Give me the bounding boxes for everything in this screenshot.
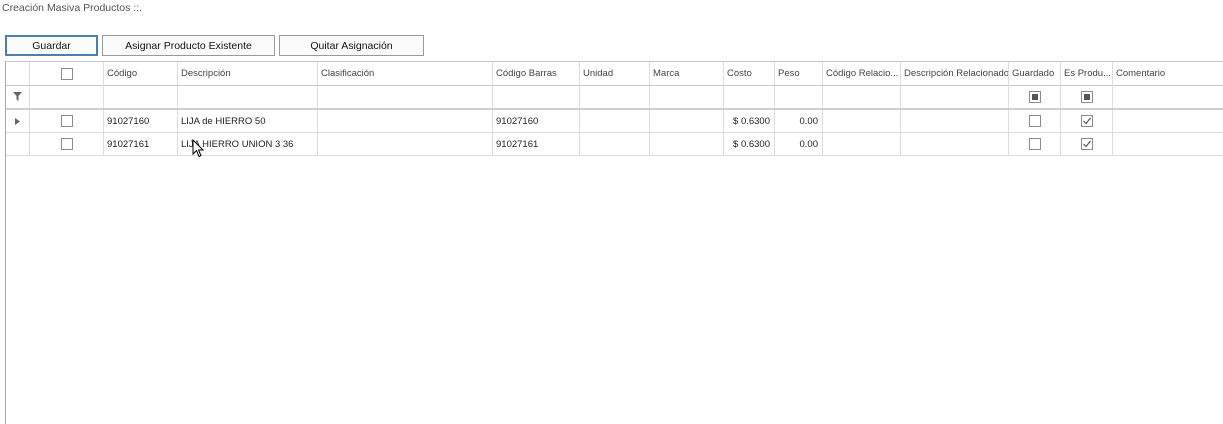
filter-cell-codigo-relacionado[interactable] (823, 85, 901, 108)
mouse-pointer-icon (192, 139, 204, 158)
cell-es-producto[interactable] (1061, 133, 1113, 155)
select-all-checkbox[interactable] (60, 67, 73, 80)
es-producto-checkbox[interactable] (1080, 115, 1093, 127)
cell-codigo[interactable]: 91027160 (104, 110, 178, 132)
cell-codigo-barras[interactable]: 91027160 (493, 110, 580, 132)
select-all-cell[interactable] (30, 62, 104, 85)
cell-descripcion-relacionado[interactable] (901, 110, 1009, 132)
filter-cell-clasificacion[interactable] (318, 85, 493, 108)
filter-cell-descripcion[interactable] (178, 85, 318, 108)
cell-unidad[interactable] (580, 110, 650, 132)
cell-descripcion[interactable]: LIJA de HIERRO 50 (178, 110, 318, 132)
save-button[interactable]: Guardar (5, 35, 98, 56)
cell-codigo[interactable]: 91027161 (104, 133, 178, 155)
guardado-filter-checkbox[interactable] (1028, 90, 1041, 103)
column-header-peso[interactable]: Peso (775, 62, 823, 85)
column-header-clasificacion[interactable]: Clasificación (318, 62, 493, 85)
checkmark-icon (1082, 117, 1091, 125)
filter-cell-es-producto[interactable] (1061, 85, 1113, 108)
guardado-checkbox[interactable] (1028, 138, 1041, 150)
filter-cell-costo[interactable] (724, 85, 775, 108)
column-header-costo[interactable]: Costo (724, 62, 775, 85)
assign-existing-product-button[interactable]: Asignar Producto Existente (102, 35, 275, 56)
column-header-comentario[interactable]: Comentario (1113, 62, 1223, 85)
filter-cell-select (30, 85, 104, 108)
cell-costo[interactable]: $ 0.6300 (724, 110, 775, 132)
row-select-checkbox[interactable] (60, 138, 73, 150)
filter-cell-codigo-barras[interactable] (493, 85, 580, 108)
row-select-cell[interactable] (30, 110, 104, 132)
column-header-unidad[interactable]: Unidad (580, 62, 650, 85)
cell-codigo-relacionado[interactable] (823, 110, 901, 132)
filter-icon-cell[interactable] (6, 85, 30, 108)
column-header-es-producto[interactable]: Es Produ... (1061, 62, 1113, 85)
cell-clasificacion[interactable] (318, 110, 493, 132)
column-header-codigo[interactable]: Código (104, 62, 178, 85)
column-header-descripcion-relacionado[interactable]: Descripción Relacionado (901, 62, 1009, 85)
checkmark-icon (1082, 140, 1091, 148)
row-select-checkbox[interactable] (60, 115, 73, 127)
grid-header-row: Código Descripción Clasificación Código … (6, 62, 1223, 86)
cell-marca[interactable] (650, 110, 724, 132)
cell-es-producto[interactable] (1061, 110, 1113, 132)
es-producto-filter-checkbox[interactable] (1080, 90, 1093, 103)
table-row[interactable]: 91027161 LIJA HIERRO UNION 3 36 91027161… (6, 133, 1223, 156)
column-header-codigo-relacionado[interactable]: Código Relacio... (823, 62, 901, 85)
filter-cell-unidad[interactable] (580, 85, 650, 108)
row-indicator-header (6, 62, 30, 85)
table-row[interactable]: 91027160 LIJA de HIERRO 50 91027160 $ 0.… (6, 110, 1223, 133)
row-select-cell[interactable] (30, 133, 104, 155)
cell-clasificacion[interactable] (318, 133, 493, 155)
filter-cell-peso[interactable] (775, 85, 823, 108)
guardado-checkbox[interactable] (1028, 115, 1041, 127)
column-header-marca[interactable]: Marca (650, 62, 724, 85)
cell-peso[interactable]: 0.00 (775, 110, 823, 132)
row-indicator-cell (6, 110, 30, 132)
window-title: Creación Masiva Productos ::. (2, 2, 143, 14)
caret-right-icon (15, 117, 20, 125)
filter-cell-descripcion-relacionado[interactable] (901, 85, 1009, 108)
column-header-descripcion[interactable]: Descripción (178, 62, 318, 85)
cell-descripcion-relacionado[interactable] (901, 133, 1009, 155)
filter-cell-marca[interactable] (650, 85, 724, 108)
cell-codigo-relacionado[interactable] (823, 133, 901, 155)
column-header-guardado[interactable]: Guardado (1009, 62, 1061, 85)
cell-guardado[interactable] (1009, 110, 1061, 132)
row-indicator-cell (6, 133, 30, 155)
cell-marca[interactable] (650, 133, 724, 155)
filter-cell-codigo[interactable] (104, 85, 178, 108)
cell-guardado[interactable] (1009, 133, 1061, 155)
products-grid: Código Descripción Clasificación Código … (5, 61, 1223, 424)
remove-assignment-button[interactable]: Quitar Asignación (279, 35, 424, 56)
es-producto-checkbox[interactable] (1080, 138, 1093, 150)
filter-icon (13, 92, 22, 101)
cell-codigo-barras[interactable]: 91027161 (493, 133, 580, 155)
cell-costo[interactable]: $ 0.6300 (724, 133, 775, 155)
filter-cell-comentario[interactable] (1113, 85, 1223, 108)
filter-cell-guardado[interactable] (1009, 85, 1061, 108)
cell-comentario[interactable] (1113, 110, 1223, 132)
cell-peso[interactable]: 0.00 (775, 133, 823, 155)
cell-comentario[interactable] (1113, 133, 1223, 155)
cell-unidad[interactable] (580, 133, 650, 155)
grid-filter-row (6, 85, 1223, 110)
column-header-codigo-barras[interactable]: Código Barras (493, 62, 580, 85)
